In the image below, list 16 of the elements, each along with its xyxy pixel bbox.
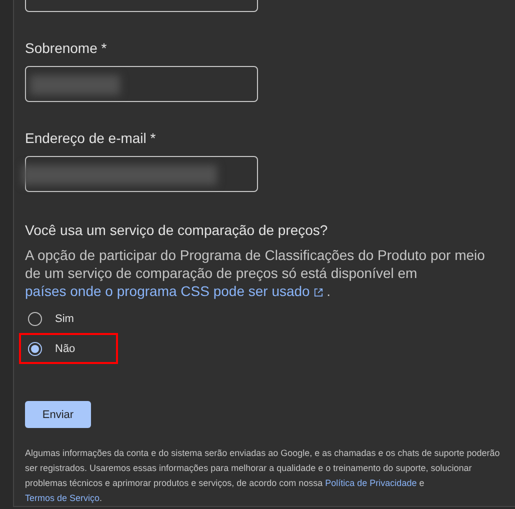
question-description: A opção de participar do Programa de Classificações do Produto por meio de um serviço de comparação de preços só está disponível em países onde o programa CSS pode ser usado . — [25, 246, 486, 300]
text-field[interactable] — [25, 66, 258, 102]
text-field[interactable] — [25, 156, 258, 192]
field-label: Sobrenome * — [25, 40, 108, 56]
field-label: Endereço de e-mail * — [25, 130, 157, 146]
radio-label[interactable]: Sim — [55, 312, 74, 324]
privacy-policy-link[interactable]: Política de Privacidade — [325, 478, 417, 488]
terms-link[interactable]: Termos de Serviço — [25, 493, 100, 503]
question-title: Você usa um serviço de comparação de preços? — [25, 222, 329, 238]
countries-link[interactable]: países onde o programa CSS pode ser usado — [25, 283, 323, 299]
external-link-icon — [314, 288, 323, 297]
submit-button[interactable]: Enviar — [25, 401, 91, 428]
radio-button[interactable] — [28, 342, 42, 356]
radio-button[interactable] — [28, 312, 42, 326]
disclaimer-text: Algumas informações da conta e do sistema serão enviadas ao Google, e as chamadas e os chats de suporte poderão ser registrados. Usaremos essas informações para melhorar a qualidade e o treinamento do suporte, solucionar problemas técnicos e aprimorar produtos e serviços, de acordo com nossa Política de Privacidade e Termos de Serviço. — [25, 447, 501, 505]
radio-label[interactable]: Não — [55, 342, 76, 354]
